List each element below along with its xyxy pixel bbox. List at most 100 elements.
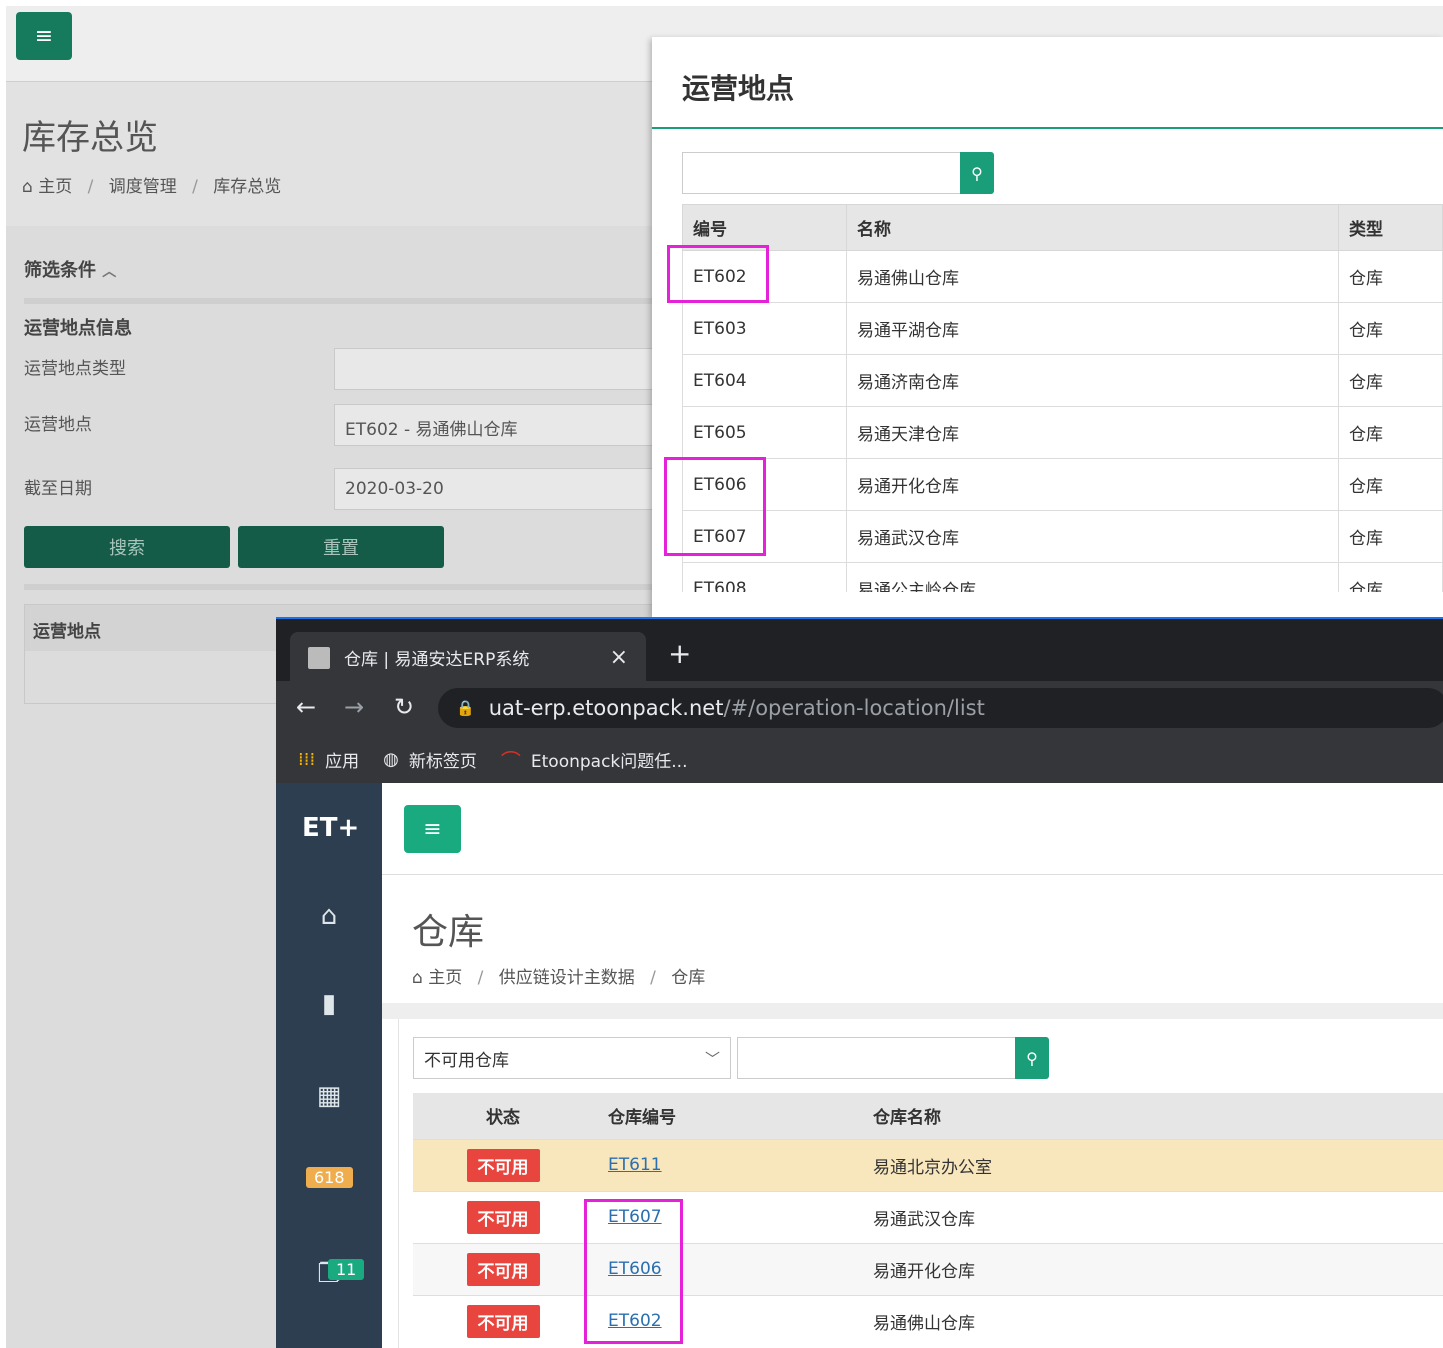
bookmark-newtab[interactable]: ◍ 新标签页 [383, 747, 477, 772]
location-field[interactable]: ET602 - 易通佛山仓库 [334, 404, 666, 446]
table-row[interactable]: ET603 易通平湖仓库 仓库 [682, 302, 1443, 355]
lock-icon: 🔒 [456, 699, 475, 717]
bookmark-apps[interactable]: ⁞⁞⁞ 应用 [298, 747, 359, 772]
table-row[interactable]: 不可用 ET607 易通武汉仓库 [413, 1190, 1443, 1243]
status-badge: 不可用 [466, 1148, 540, 1182]
warehouse-panel: 不可用仓库 ﹀ ⚲ 状态 仓库编号 仓库名称 不可用 ET611 易通北京办公室… [398, 1019, 1443, 1348]
row-code: ET603 [682, 302, 847, 355]
breadcrumb-home[interactable]: 主页 [428, 968, 462, 988]
table-icon[interactable]: ▦ [276, 1081, 382, 1111]
table-row[interactable]: 不可用 ET602 易通佛山仓库 [413, 1294, 1443, 1347]
highlight-box [667, 245, 769, 303]
warehouse-name: 易通北京办公室 [873, 1138, 1443, 1191]
modal-divider [652, 127, 1443, 129]
modal-search-button[interactable]: ⚲ [960, 152, 994, 194]
warehouse-name: 易通开化仓库 [873, 1242, 1443, 1295]
status-badge: 不可用 [466, 1304, 540, 1338]
globe-icon: ◍ [383, 748, 399, 770]
page-title: 库存总览 [22, 118, 158, 158]
browser-window: 仓库 | 易通安达ERP系统 × + ← → ↻ 🔒 uat-erp.etoon… [276, 617, 1443, 1348]
browser-tab[interactable]: 仓库 | 易通安达ERP系统 × [290, 632, 646, 683]
bookmark-etoonpack[interactable]: ⌒ Etoonpack问题任... [501, 745, 688, 774]
mail-icon[interactable]: ✉ 618 [276, 1167, 382, 1215]
warehouse-name: 易通佛山仓库 [873, 1294, 1443, 1347]
chevron-up-icon: ︿ [102, 264, 117, 280]
location-type-select[interactable] [334, 348, 666, 390]
search-icon: ⚲ [971, 163, 983, 183]
table-row[interactable]: ET608 易通公主岭仓库 仓库 [682, 562, 1443, 592]
breadcrumb-dispatch[interactable]: 调度管理 [109, 177, 177, 197]
row-type: 仓库 [1338, 458, 1443, 511]
back-icon[interactable]: ← [296, 693, 316, 721]
mail-badge: 618 [306, 1167, 353, 1188]
col-status: 状态 [413, 1093, 593, 1139]
table-row[interactable]: ET606 易通开化仓库 仓库 [682, 458, 1443, 511]
table-row[interactable]: ET605 易通天津仓库 仓库 [682, 406, 1443, 459]
breadcrumb-masterdata[interactable]: 供应链设计主数据 [499, 968, 635, 988]
reload-icon[interactable]: ↻ [394, 693, 414, 721]
row-code: ET605 [682, 406, 847, 459]
hamburger-icon: ≡ [423, 816, 442, 842]
highlight-box [584, 1199, 683, 1344]
date-field[interactable]: 2020-03-20 [334, 468, 666, 510]
table-row[interactable]: 不可用 ET611 易通北京办公室 [413, 1138, 1443, 1191]
search-button[interactable]: 搜索 [24, 526, 230, 568]
modal-table-scroll[interactable]: 编号 名称 类型 ET602 易通佛山仓库 仓库 ET603 易通平湖仓库 仓库 ET6… [682, 204, 1443, 592]
search-icon: ⚲ [1026, 1048, 1038, 1068]
favicon-icon [308, 646, 330, 669]
section-title: 运营地点信息 [24, 318, 132, 339]
row-type: 仓库 [1338, 406, 1443, 459]
menu-toggle-button[interactable]: ≡ [16, 12, 72, 60]
home-icon: ⌂ [412, 968, 423, 988]
modal-table: 编号 名称 类型 ET602 易通佛山仓库 仓库 ET603 易通平湖仓库 仓库 ET6… [682, 204, 1443, 592]
forward-icon[interactable]: → [344, 693, 364, 721]
modal-search-input[interactable] [682, 152, 962, 194]
breadcrumb: ⌂ 主页 / 供应链设计主数据 / 仓库 [412, 968, 706, 988]
row-type: 仓库 [1338, 562, 1443, 592]
warehouse-code-link[interactable]: ET611 [608, 1155, 662, 1175]
warehouse-search-button[interactable]: ⚲ [1015, 1037, 1049, 1079]
highlight-box [664, 457, 766, 556]
app-logo[interactable]: ET+ [302, 813, 359, 843]
address-bar: ← → ↻ 🔒 uat-erp.etoonpack.net/#/operatio… [276, 681, 1443, 735]
col-code: 仓库编号 [593, 1093, 873, 1139]
row-code: ET604 [682, 354, 847, 407]
content-gap [382, 1003, 1443, 1019]
table-row[interactable]: ET604 易通济南仓库 仓库 [682, 354, 1443, 407]
col-code: 编号 [682, 204, 847, 251]
warehouse-name: 易通武汉仓库 [873, 1190, 1443, 1243]
reset-button[interactable]: 重置 [238, 526, 444, 568]
table-row[interactable]: ET607 易通武汉仓库 仓库 [682, 510, 1443, 563]
status-filter-select[interactable]: 不可用仓库 ﹀ [413, 1037, 731, 1079]
new-tab-icon[interactable]: + [668, 637, 691, 670]
breadcrumb-current: 库存总览 [213, 177, 282, 197]
divider [24, 298, 666, 304]
filter-header[interactable]: 筛选条件 ︿ [24, 256, 116, 282]
close-tab-icon[interactable]: × [610, 645, 628, 670]
bookmark-label: 新标签页 [408, 751, 477, 772]
tasks-icon[interactable]: ❐ 11 [276, 1259, 382, 1307]
tab-bar: 仓库 | 易通安达ERP系统 × + [276, 617, 1443, 683]
row-name: 易通平湖仓库 [846, 302, 1339, 355]
row-name: 易通公主岭仓库 [846, 562, 1339, 592]
status-badge: 不可用 [466, 1200, 540, 1234]
menu-toggle-button[interactable]: ≡ [404, 805, 461, 853]
location-type-label: 运营地点类型 [24, 359, 126, 379]
col-name: 名称 [846, 204, 1339, 251]
table-row[interactable]: 不可用 ET606 易通开化仓库 [413, 1242, 1443, 1295]
home-icon[interactable]: ⌂ [276, 901, 382, 931]
row-code: ET608 [682, 562, 847, 592]
apps-grid-icon: ⁞⁞⁞ [298, 748, 316, 770]
modal-title: 运营地点 [682, 72, 795, 105]
bar-chart-icon[interactable]: ▮ [276, 989, 382, 1019]
sidebar: ET+ ⌂ ▮ ▦ ✉ 618 ❐ 11 [276, 783, 382, 1348]
bookmark-label: Etoonpack问题任... [530, 751, 688, 772]
row-type: 仓库 [1338, 354, 1443, 407]
table-row[interactable]: ET602 易通佛山仓库 仓库 [682, 250, 1443, 303]
warehouse-search-input[interactable] [737, 1037, 1017, 1079]
chevron-down-icon: ﹀ [704, 1049, 720, 1068]
page-title: 仓库 [412, 912, 485, 953]
url-field[interactable]: 🔒 uat-erp.etoonpack.net/#/operation-loca… [438, 688, 1443, 728]
warehouse-table: 状态 仓库编号 仓库名称 不可用 ET611 易通北京办公室 不可用 ET607… [413, 1093, 1443, 1347]
breadcrumb-home[interactable]: 主页 [38, 177, 72, 197]
